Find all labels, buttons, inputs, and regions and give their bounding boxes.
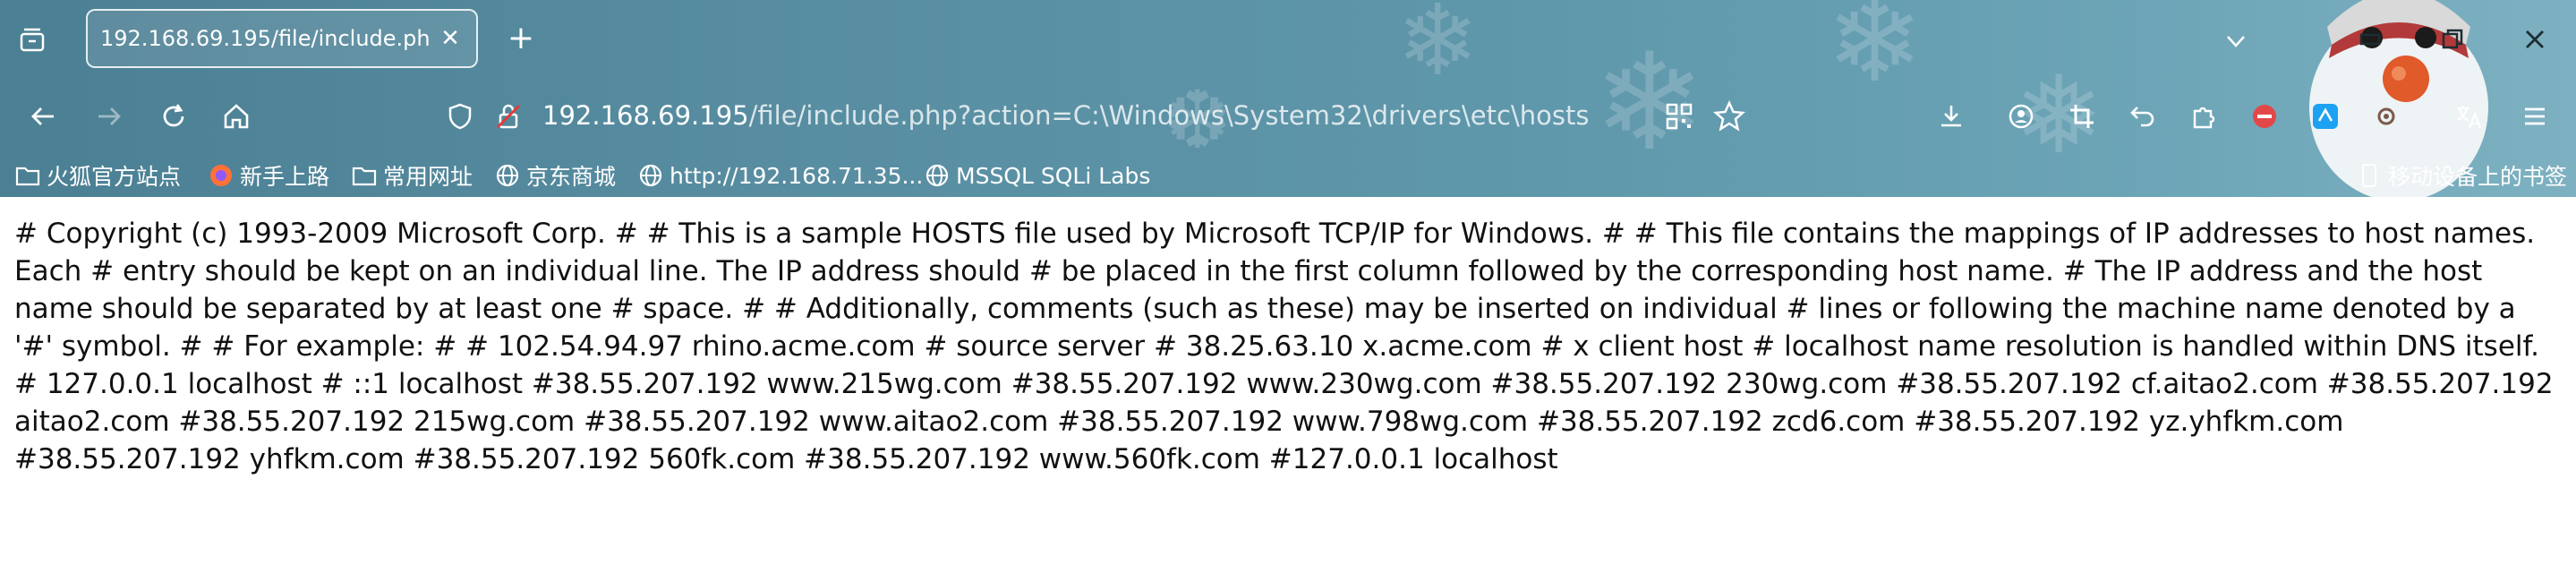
- bookmark-item[interactable]: 常用网址: [351, 159, 473, 192]
- bookmark-label: 新手上路: [240, 164, 330, 190]
- restore-icon: [2442, 29, 2463, 49]
- translate-icon: [2457, 106, 2482, 129]
- undo-arrow-icon: [2130, 107, 2154, 127]
- url-text[interactable]: 192.168.69.195/file/include.php?action=C…: [542, 100, 1589, 131]
- close-icon: [2526, 30, 2544, 48]
- folder-icon: [14, 162, 41, 189]
- url-path: /file/include.php?action=C:\Windows\Syst…: [748, 100, 1590, 131]
- bookmark-item[interactable]: 京东商城: [494, 159, 616, 192]
- chevron-down-icon[interactable]: [2218, 23, 2254, 59]
- tab-close-button[interactable]: ✕: [437, 25, 464, 52]
- undo-button[interactable]: [2123, 97, 2162, 136]
- account-button[interactable]: [2001, 97, 2041, 136]
- qr-code-icon[interactable]: [1665, 102, 1693, 131]
- forward-button[interactable]: [90, 97, 129, 136]
- mobile-device-icon: [2356, 162, 2383, 189]
- mobile-bookmarks-folder[interactable]: 移动设备上的书签: [2356, 159, 2567, 192]
- account-icon: [2009, 104, 2034, 129]
- bookmark-item[interactable]: 新手上路: [208, 159, 329, 192]
- blue-extension-icon: [2313, 104, 2338, 129]
- firefox-icon: [208, 162, 235, 189]
- active-tab[interactable]: 192.168.69.195/file/include.php? ✕: [86, 9, 478, 68]
- gear-icon: [2377, 107, 2395, 125]
- extension-translate-button[interactable]: [2306, 97, 2345, 136]
- minimize-button[interactable]: [2352, 21, 2388, 57]
- page-content: # Copyright (c) 1993-2009 Microsoft Corp…: [14, 218, 2554, 475]
- url-host: 192.168.69.195: [542, 100, 749, 131]
- home-button[interactable]: [217, 97, 256, 136]
- globe-icon: [637, 162, 664, 189]
- mobile-bookmarks-label: 移动设备上的书签: [2388, 164, 2568, 190]
- menu-button[interactable]: [2515, 97, 2555, 136]
- snowflake-decoration: ❄: [1396, 0, 1480, 98]
- puzzle-icon: [2193, 107, 2215, 129]
- reload-icon: [163, 104, 184, 127]
- blocker-extension-icon: [2253, 105, 2276, 128]
- browser-chrome: ❄ ❄ ❄ ❅ ❆ 192.168.69.195/file/include.ph…: [0, 0, 2576, 197]
- restore-button[interactable]: [2435, 21, 2470, 57]
- screenshot-button[interactable]: [2062, 97, 2102, 136]
- bookmark-label: 常用网址: [383, 164, 473, 190]
- back-button[interactable]: [23, 97, 63, 136]
- snowflake-decoration: ❄: [1826, 0, 1923, 108]
- bookmark-label: 京东商城: [526, 164, 617, 190]
- globe-icon: [924, 162, 951, 189]
- globe-icon: [494, 162, 521, 189]
- folder-icon: [351, 162, 378, 189]
- arrow-left-icon: [31, 107, 54, 125]
- close-window-button[interactable]: [2517, 21, 2553, 57]
- crop-icon: [2070, 105, 2094, 128]
- reload-button[interactable]: [154, 97, 193, 136]
- shield-icon[interactable]: [446, 102, 474, 131]
- star-bookmark-icon[interactable]: [1713, 100, 1745, 133]
- bookmark-item[interactable]: MSSQL SQLi Labs: [924, 159, 1150, 192]
- tab-list-icon: [20, 28, 45, 52]
- tab-list-button[interactable]: [16, 23, 48, 56]
- insecure-lock-icon[interactable]: [494, 102, 523, 131]
- new-tab-button[interactable]: +: [503, 20, 539, 56]
- hamburger-menu-icon: [2525, 107, 2545, 125]
- arrow-right-icon: [98, 107, 121, 125]
- bookmark-label: MSSQL SQLi Labs: [956, 162, 1151, 189]
- downloads-button[interactable]: [1932, 97, 1971, 136]
- bookmark-label: http://192.168.71.35...: [670, 162, 924, 189]
- extension-gear-button[interactable]: [2367, 97, 2406, 136]
- extensions-button[interactable]: [2184, 97, 2223, 136]
- translate-button[interactable]: [2449, 97, 2488, 136]
- minimize-icon: [2359, 33, 2381, 46]
- extension-blocker-button[interactable]: [2245, 97, 2284, 136]
- tab-title: 192.168.69.195/file/include.php?: [100, 26, 431, 51]
- bookmark-item[interactable]: http://192.168.71.35...: [637, 159, 923, 192]
- download-icon: [1941, 106, 1961, 127]
- home-icon: [224, 104, 249, 129]
- address-bar[interactable]: 192.168.69.195/file/include.php?action=C…: [435, 90, 1760, 143]
- bookmark-item[interactable]: 火狐官方站点: [14, 159, 181, 192]
- bookmark-label: 火狐官方站点: [47, 164, 182, 190]
